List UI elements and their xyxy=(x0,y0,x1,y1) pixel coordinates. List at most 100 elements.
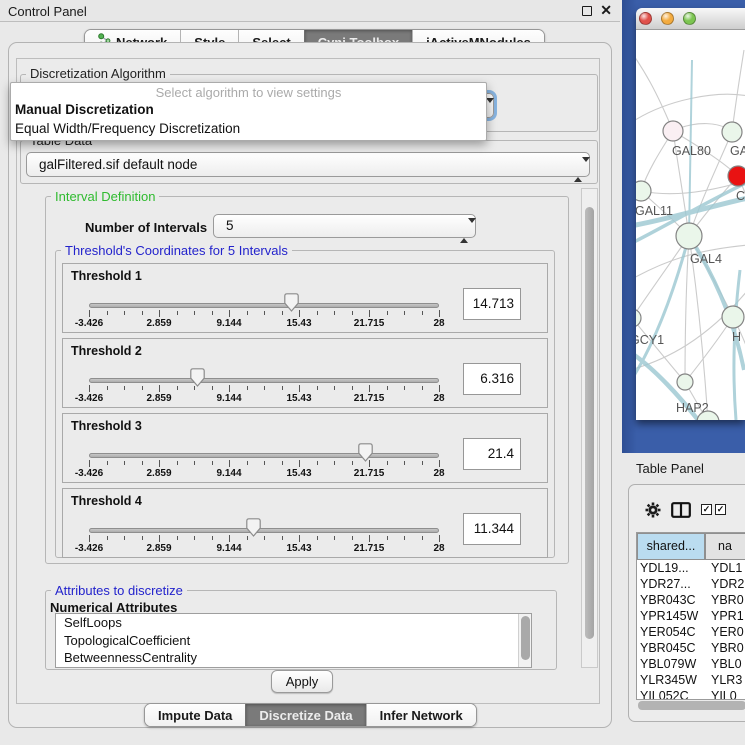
slider-track[interactable] xyxy=(89,453,439,458)
slider-tick xyxy=(404,461,405,465)
algorithm-option[interactable]: Manual Discretization xyxy=(15,102,154,117)
slider-track[interactable] xyxy=(89,378,439,383)
settings-vertical-scrollbar[interactable] xyxy=(581,188,598,668)
table-row[interactable]: YDR27...YDR2 xyxy=(637,576,745,592)
split-column-icon[interactable] xyxy=(671,502,691,523)
slider-tick xyxy=(299,535,300,542)
algorithm-option[interactable]: Equal Width/Frequency Discretization xyxy=(15,121,240,136)
slider-track[interactable] xyxy=(89,528,439,533)
slider-tick xyxy=(352,536,353,540)
slider-tick xyxy=(334,536,335,540)
cell-shared-name[interactable]: YPR145W xyxy=(637,608,705,624)
threshold-value-field[interactable]: 11.344 xyxy=(463,513,521,545)
slider-track[interactable] xyxy=(89,303,439,308)
gear-icon[interactable] xyxy=(644,501,662,524)
table-row[interactable]: YBR045CYBR0 xyxy=(637,640,745,656)
network-node[interactable] xyxy=(722,122,742,142)
table-data-combobox-value: galFiltered.sif default node xyxy=(39,157,197,172)
network-node[interactable] xyxy=(677,374,693,390)
slider-tick-label: 15.43 xyxy=(286,468,311,479)
slider-tick xyxy=(352,461,353,465)
cell-name[interactable]: YBR0 xyxy=(705,592,745,608)
cell-name[interactable]: YDR2 xyxy=(705,576,745,592)
table-horizontal-scrollbar[interactable] xyxy=(638,701,745,710)
tab-infer-network[interactable]: Infer Network xyxy=(366,704,476,726)
table-row[interactable]: YER054CYER0 xyxy=(637,624,745,640)
close-icon[interactable]: ✕ xyxy=(600,2,612,19)
table-data-combobox[interactable]: galFiltered.sif default node xyxy=(26,152,590,177)
cell-shared-name[interactable]: YDL19... xyxy=(637,560,705,576)
cyni-mode-tabbar: Impute DataDiscretize DataInfer Network xyxy=(144,703,477,727)
threshold-value-field[interactable]: 14.713 xyxy=(463,288,521,320)
scrollbar-thumb[interactable] xyxy=(638,701,745,710)
slider-tick xyxy=(107,386,108,390)
algorithm-dropdown-popup: Select algorithm to view settings Manual… xyxy=(10,82,487,141)
slider-tick xyxy=(229,385,230,392)
cell-shared-name[interactable]: YDR27... xyxy=(637,576,705,592)
num-intervals-combobox[interactable]: 5 xyxy=(213,214,476,238)
table-row[interactable]: YIL052CYIL0 xyxy=(637,688,745,700)
numerical-attributes-list[interactable]: SelfLoopsTopologicalCoefficientBetweenne… xyxy=(55,613,532,668)
tab-impute-data[interactable]: Impute Data xyxy=(145,704,245,726)
cell-shared-name[interactable]: YBR043C xyxy=(637,592,705,608)
slider-handle[interactable] xyxy=(246,518,261,537)
close-traffic-icon[interactable] xyxy=(639,12,652,25)
cell-name[interactable]: YPR1 xyxy=(705,608,745,624)
network-node[interactable] xyxy=(636,309,641,327)
table-row[interactable]: YPR145WYPR1 xyxy=(637,608,745,624)
minimize-traffic-icon[interactable] xyxy=(661,12,674,25)
cell-name[interactable]: YBL0 xyxy=(705,656,745,672)
slider-tick xyxy=(264,311,265,315)
slider-tick-label: 9.144 xyxy=(216,318,241,329)
cell-name[interactable]: YBR0 xyxy=(705,640,745,656)
algorithm-group-title: Discretization Algorithm xyxy=(26,66,170,81)
slider-tick xyxy=(142,386,143,390)
slider-tick-label: 9.144 xyxy=(216,393,241,404)
network-node[interactable] xyxy=(728,166,745,186)
network-node-label: H xyxy=(732,330,741,344)
slider-tick xyxy=(387,536,388,540)
table-row[interactable]: YDL19...YDL1 xyxy=(637,560,745,576)
network-node[interactable] xyxy=(663,121,683,141)
slider-handle[interactable] xyxy=(190,368,205,387)
cell-shared-name[interactable]: YBL079W xyxy=(637,656,705,672)
table-row[interactable]: YLR345WYLR3 xyxy=(637,672,745,688)
network-node[interactable] xyxy=(722,306,744,328)
slider-tick-label: 2.859 xyxy=(146,468,171,479)
table-row[interactable]: YBR043CYBR0 xyxy=(637,592,745,608)
attributes-list-scrollbar[interactable] xyxy=(518,614,531,667)
table-column-header-name[interactable]: na xyxy=(705,533,745,560)
tab-discretize-data[interactable]: Discretize Data xyxy=(245,704,365,726)
cell-name[interactable]: YLR3 xyxy=(705,672,745,688)
attribute-list-item[interactable]: BetweennessCentrality xyxy=(56,649,531,667)
table-row[interactable]: YBL079WYBL0 xyxy=(637,656,745,672)
float-window-icon[interactable] xyxy=(582,6,592,16)
cell-name[interactable]: YDL1 xyxy=(705,560,745,576)
checkbox-checked-icon[interactable]: ✓ xyxy=(701,504,712,515)
network-node[interactable] xyxy=(676,223,702,249)
checkbox-checked-icon[interactable]: ✓ xyxy=(715,504,726,515)
table-column-header-shared-name[interactable]: shared... xyxy=(637,533,705,560)
slider-handle[interactable] xyxy=(358,443,373,462)
threshold-value-field[interactable]: 21.4 xyxy=(463,438,521,470)
slider-tick xyxy=(352,311,353,315)
cell-shared-name[interactable]: YER054C xyxy=(637,624,705,640)
zoom-traffic-icon[interactable] xyxy=(683,12,696,25)
network-canvas[interactable]: GAL80GACGAL11GAL4GCY1HHAP2 xyxy=(636,30,745,420)
slider-handle[interactable] xyxy=(284,293,299,312)
cell-name[interactable]: YER0 xyxy=(705,624,745,640)
attribute-list-item[interactable]: SelfLoops xyxy=(56,614,531,632)
cell-name[interactable]: YIL0 xyxy=(705,688,745,700)
apply-button[interactable]: Apply xyxy=(271,670,333,693)
network-node[interactable] xyxy=(636,181,651,201)
scrollbar-thumb[interactable] xyxy=(585,207,594,639)
cell-shared-name[interactable]: YBR045C xyxy=(637,640,705,656)
threshold-value-field[interactable]: 6.316 xyxy=(463,363,521,395)
network-node-label: GCY1 xyxy=(636,333,664,347)
attribute-list-item[interactable]: TopologicalCoefficient xyxy=(56,632,531,650)
cell-shared-name[interactable]: YIL052C xyxy=(637,688,705,700)
cell-shared-name[interactable]: YLR345W xyxy=(637,672,705,688)
node-attribute-table[interactable]: shared... na YDL19...YDL1YDR27...YDR2YBR… xyxy=(636,532,745,700)
slider-tick xyxy=(264,386,265,390)
network-window-titlebar[interactable] xyxy=(636,8,745,30)
